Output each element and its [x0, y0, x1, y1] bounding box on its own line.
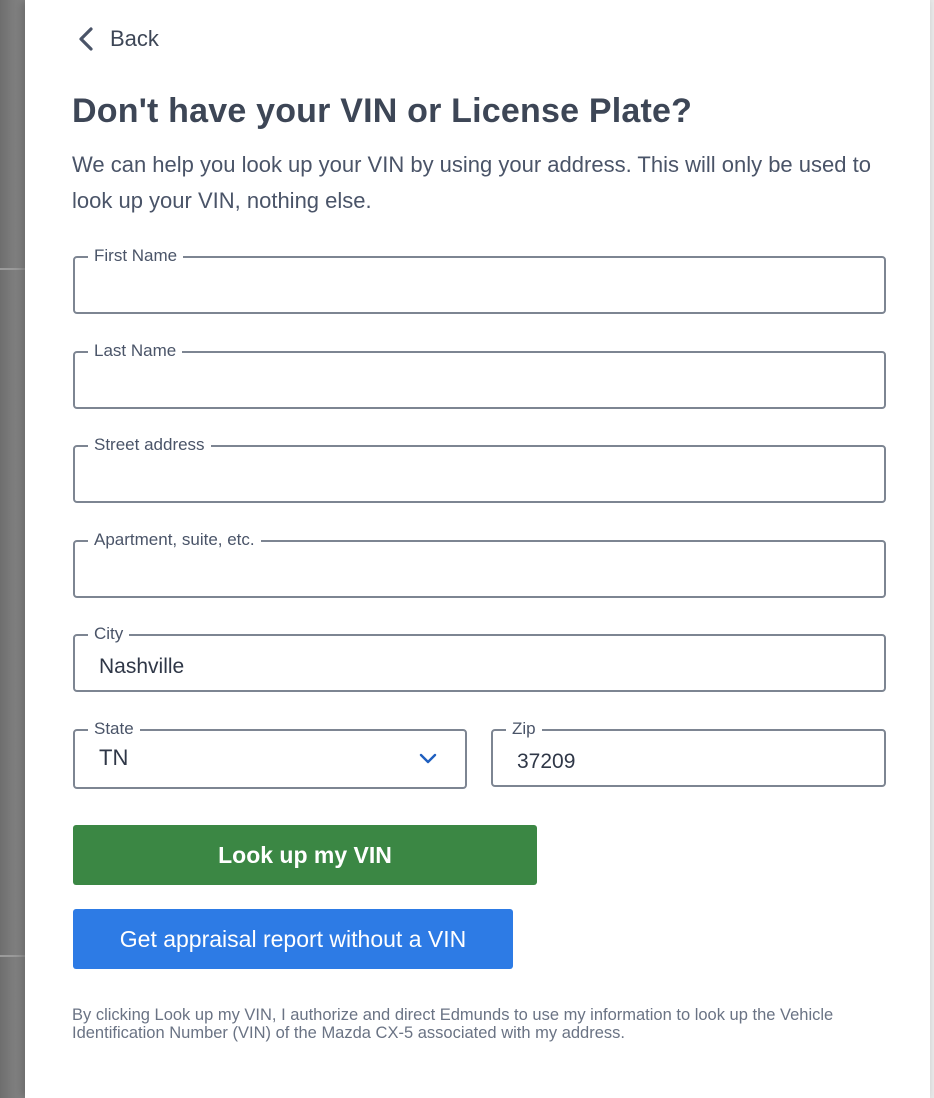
chevron-left-icon: [79, 27, 93, 51]
state-label: State: [88, 719, 140, 739]
city-input[interactable]: [75, 636, 884, 690]
page-subtitle: We can help you look up your VIN by usin…: [72, 152, 871, 213]
chevron-down-icon: [419, 753, 437, 764]
city-field: City: [73, 624, 886, 692]
street-address-field: Street address: [73, 435, 886, 503]
backdrop-edge: [930, 0, 934, 1098]
authorization-disclaimer: By clicking Look up my VIN, I authorize …: [72, 1006, 834, 1042]
look-up-vin-button[interactable]: Look up my VIN: [73, 825, 537, 885]
back-label: Back: [110, 26, 159, 51]
zip-input[interactable]: [493, 731, 884, 785]
backdrop-divider: [0, 268, 25, 270]
last-name-input[interactable]: [75, 353, 884, 407]
first-name-input[interactable]: [75, 258, 884, 312]
apartment-input[interactable]: [75, 542, 884, 596]
back-link[interactable]: Back: [75, 22, 159, 56]
zip-field: Zip: [491, 719, 886, 787]
page-title: Don't have your VIN or License Plate?: [72, 92, 693, 130]
vin-lookup-panel: Back Don't have your VIN or License Plat…: [25, 0, 930, 1098]
backdrop-divider: [0, 955, 25, 957]
first-name-field: First Name: [73, 246, 886, 314]
street-address-input[interactable]: [75, 447, 884, 501]
apartment-field: Apartment, suite, etc.: [73, 530, 886, 598]
last-name-field: Last Name: [73, 341, 886, 409]
state-selected-value: TN: [99, 745, 129, 770]
appraisal-without-vin-button[interactable]: Get appraisal report without a VIN: [73, 909, 513, 969]
state-select[interactable]: State TN: [73, 719, 467, 789]
